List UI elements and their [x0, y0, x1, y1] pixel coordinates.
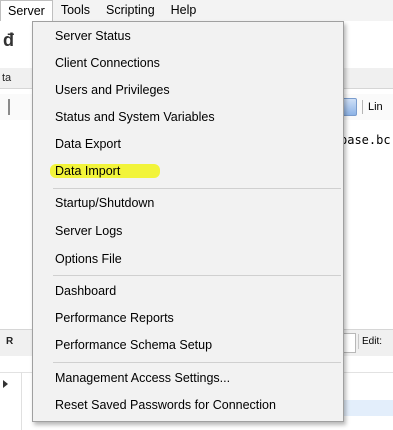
edit-label[interactable]: Edit:: [358, 334, 385, 349]
menu-item-users-and-privileges[interactable]: Users and Privileges: [55, 80, 170, 100]
menu-separator: [53, 275, 341, 276]
menu-scripting[interactable]: Scripting: [98, 0, 163, 21]
menu-item-performance-schema-setup[interactable]: Performance Schema Setup: [55, 335, 212, 355]
menu-item-performance-reports[interactable]: Performance Reports: [55, 308, 174, 328]
menu-help[interactable]: Help: [163, 0, 205, 21]
result-grid-label: R: [6, 336, 14, 347]
grid-column-divider: [21, 372, 22, 430]
menu-item-server-status[interactable]: Server Status: [55, 26, 131, 46]
menu-item-data-export[interactable]: Data Export: [55, 134, 121, 154]
menu-bar: Server Tools Scripting Help: [0, 0, 393, 21]
menu-item-dashboard[interactable]: Dashboard: [55, 281, 116, 301]
toolbar-separator: [362, 100, 363, 114]
menu-item-options-file[interactable]: Options File: [55, 249, 122, 269]
menu-server[interactable]: Server: [0, 0, 53, 21]
menu-item-startup-shutdown[interactable]: Startup/Shutdown: [55, 193, 154, 213]
tab-label-fragment[interactable]: ta: [2, 72, 11, 84]
menu-separator: [53, 362, 341, 363]
menu-tools[interactable]: Tools: [53, 0, 98, 21]
menu-item-management-access-settings[interactable]: Management Access Settings...: [55, 368, 230, 388]
menu-item-status-system-variables[interactable]: Status and System Variables: [55, 107, 215, 127]
menu-item-server-logs[interactable]: Server Logs: [55, 221, 122, 241]
menu-item-client-connections[interactable]: Client Connections: [55, 53, 160, 73]
sql-editor-text[interactable]: pase.bc: [340, 133, 391, 147]
menu-item-reset-saved-passwords[interactable]: Reset Saved Passwords for Connection: [55, 395, 276, 415]
app-logo-fragment: đ: [3, 30, 14, 50]
menu-separator: [53, 188, 341, 189]
limit-rows-label[interactable]: Lin: [368, 101, 383, 113]
row-pointer-icon: [3, 380, 8, 388]
server-menu-dropdown: Server Status Client Connections Users a…: [32, 21, 344, 422]
toolbar-handle-icon: [8, 99, 10, 115]
menu-item-data-import[interactable]: Data Import: [55, 161, 120, 181]
